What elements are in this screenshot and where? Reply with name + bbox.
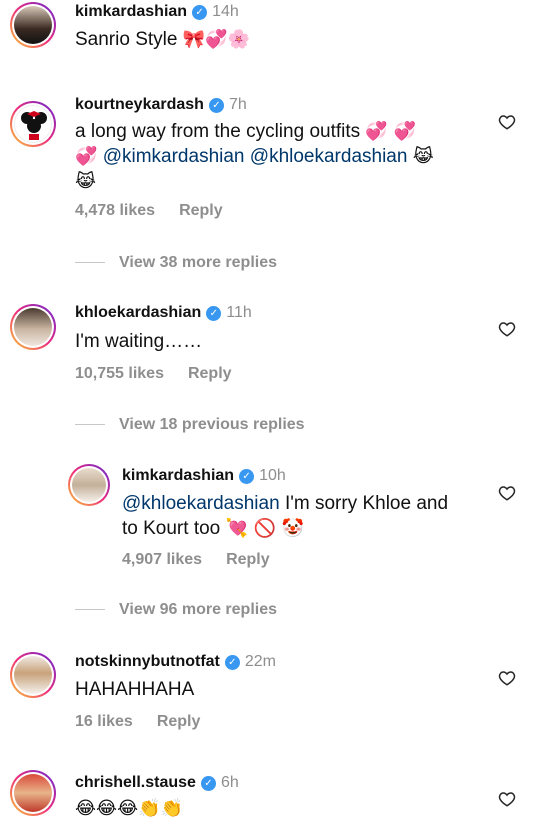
view-more-replies[interactable]: View 96 more replies (75, 601, 277, 619)
comment-text: HAHAHHAHA (75, 679, 195, 700)
view-more-replies[interactable]: View 38 more replies (75, 254, 277, 272)
username[interactable]: kimkardashian (75, 3, 187, 20)
heart-icon[interactable] (498, 669, 516, 687)
timestamp: 14h (212, 3, 239, 20)
cat-emoji: 😹 (412, 146, 434, 167)
heart-icon[interactable] (498, 113, 516, 131)
verified-icon: ✓ (200, 776, 216, 791)
verified-icon: ✓ (239, 469, 255, 484)
comment-emoji: 🎀💞🌸 (182, 29, 250, 50)
verified-icon: ✓ (208, 98, 224, 113)
reply-button[interactable]: Reply (179, 202, 223, 219)
avatar[interactable] (10, 652, 56, 698)
comment-text: a long way from the cycling outfits (75, 121, 361, 142)
timestamp: 10h (259, 467, 286, 484)
minnie-icon (21, 111, 47, 140)
comment-emoji: 😂😂😂👏👏 (75, 798, 183, 819)
view-more-label: View 38 more replies (119, 254, 278, 271)
username[interactable]: khloekardashian (75, 304, 201, 321)
avatar[interactable] (10, 304, 56, 350)
avatar[interactable] (68, 464, 110, 506)
verified-icon: ✓ (192, 5, 208, 20)
mention-link[interactable]: @kimkardashian (103, 146, 245, 167)
avatar[interactable] (10, 770, 56, 816)
avatar[interactable] (10, 2, 56, 48)
heart-emoji: 💞 (75, 146, 98, 167)
heart-icon[interactable] (498, 790, 516, 808)
likes-count[interactable]: 4,478 likes (75, 202, 155, 219)
view-more-label: View 18 previous replies (119, 416, 305, 433)
cat-emoji: 😹 (75, 171, 97, 192)
comment-text: I'm sorry Khloe and (279, 493, 449, 514)
view-more-label: View 96 more replies (119, 601, 278, 618)
avatar[interactable] (10, 101, 56, 147)
username[interactable]: notskinnybutnotfat (75, 653, 220, 670)
timestamp: 11h (226, 304, 252, 321)
heart-emoji: 💞 💞 (365, 121, 416, 142)
timestamp: 7h (228, 96, 247, 113)
comment-emoji: 💘 🚫 🤡 (225, 518, 305, 539)
mention-link[interactable]: @khloekardashian (122, 493, 280, 514)
comment-text: Sanrio Style (75, 29, 178, 50)
timestamp: 6h (220, 774, 239, 791)
likes-count[interactable]: 10,755 likes (75, 365, 164, 382)
verified-icon: ✓ (206, 306, 222, 321)
heart-icon[interactable] (498, 484, 516, 502)
heart-icon[interactable] (498, 320, 516, 338)
username[interactable]: kourtneykardash (75, 96, 204, 113)
reply-button[interactable]: Reply (157, 713, 201, 730)
comment-text-2: to Kourt too (122, 518, 221, 539)
likes-count[interactable]: 16 likes (75, 713, 133, 730)
likes-count[interactable]: 4,907 likes (122, 551, 202, 568)
mention-link[interactable]: @khloekardashian (250, 146, 408, 167)
username[interactable]: kimkardashian (122, 467, 234, 484)
comment-text: I'm waiting…… (75, 331, 203, 352)
timestamp: 22m (244, 653, 276, 670)
verified-icon: ✓ (224, 655, 240, 670)
reply-button[interactable]: Reply (226, 551, 270, 568)
view-previous-replies[interactable]: View 18 previous replies (75, 416, 305, 434)
reply-button[interactable]: Reply (188, 365, 232, 382)
username[interactable]: chrishell.stause (75, 774, 196, 791)
